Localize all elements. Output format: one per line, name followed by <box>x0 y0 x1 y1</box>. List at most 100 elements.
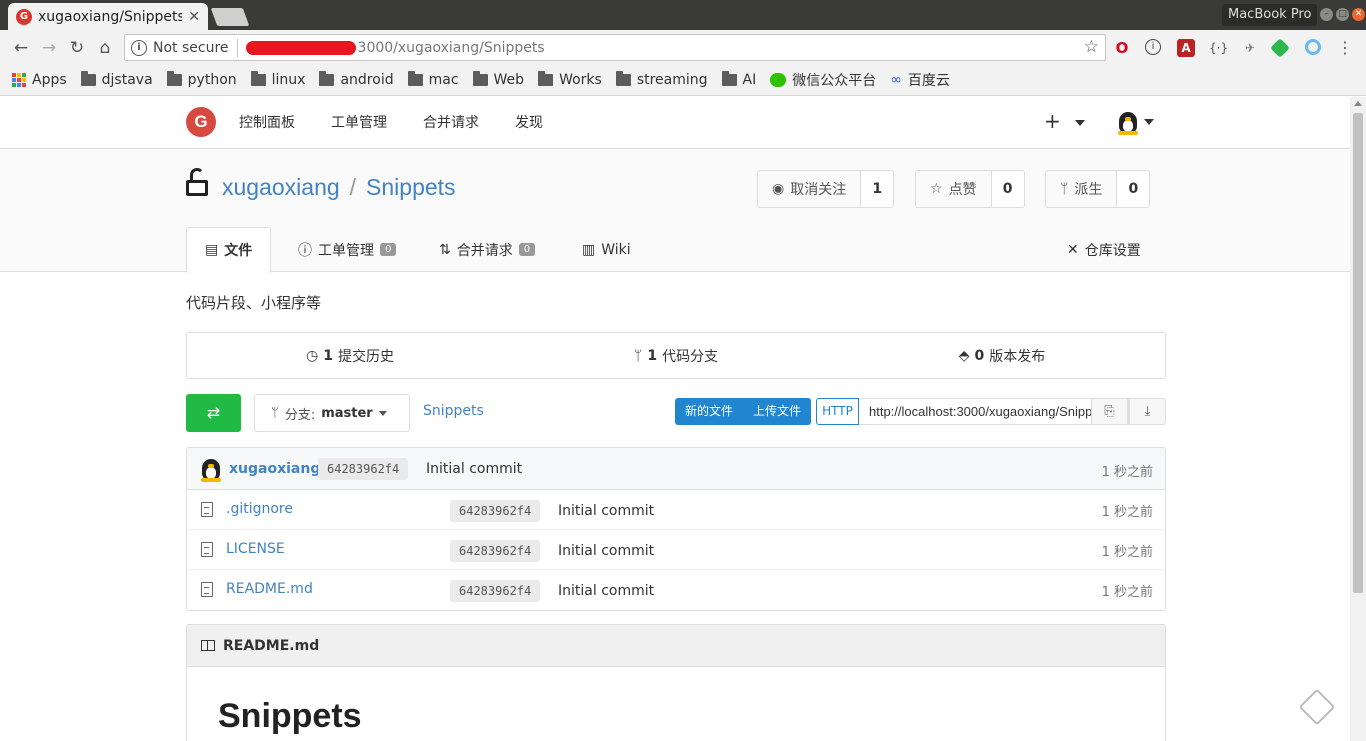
browser-titlebar: G xugaoxiang/Snippets ✕ MacBook Pro – □ … <box>0 0 1366 30</box>
bookmark-baidu-cloud[interactable]: ∞ 百度云 <box>890 70 950 90</box>
circle-extension-icon[interactable] <box>1305 39 1321 55</box>
reload-icon[interactable]: ↻ <box>66 37 88 59</box>
bookmark-web[interactable]: Web <box>472 71 524 88</box>
info-icon[interactable]: i <box>131 39 147 56</box>
bookmark-djstava[interactable]: djstava <box>80 71 153 88</box>
tab-label: 合并请求 <box>456 242 513 259</box>
tab-issues[interactable]: ⓘ 工单管理 0 <box>298 227 397 272</box>
commit-sha-link[interactable]: 64283962f4 <box>450 580 541 602</box>
download-button[interactable]: ⤓ <box>1129 398 1166 425</box>
repo-description: 代码片段、小程序等 <box>186 294 322 312</box>
tab-label: 文件 <box>224 243 253 259</box>
upload-file-button[interactable]: 上传文件 <box>743 398 811 425</box>
watchers-count[interactable]: 1 <box>861 171 894 207</box>
breadcrumb[interactable]: Snippets <box>423 403 484 419</box>
fork-button[interactable]: ᛘ 派生 <box>1046 171 1118 207</box>
file-name-link[interactable]: LICENSE <box>226 541 285 557</box>
tab-wiki[interactable]: ▥ Wiki <box>582 227 631 272</box>
gogs-logo-icon[interactable]: G <box>186 107 216 137</box>
opera-extension-icon[interactable]: O <box>1113 39 1131 57</box>
http-clone-button[interactable]: HTTP <box>816 398 859 425</box>
scrollbar-thumb[interactable] <box>1353 113 1363 593</box>
commit-message[interactable]: Initial commit <box>558 543 654 559</box>
tab-settings[interactable]: ✕ 仓库设置 <box>1067 227 1141 272</box>
scroll-up-icon[interactable] <box>1354 101 1362 106</box>
sync-icon: ⇄ <box>206 403 221 422</box>
folder-icon <box>407 71 423 86</box>
branches-stat[interactable]: ᛘ 1 代码分支 <box>513 346 839 366</box>
commit-author-link[interactable]: xugaoxiang <box>229 461 320 477</box>
bookmark-works[interactable]: Works <box>538 71 602 88</box>
repo-name-link[interactable]: Snippets <box>366 174 456 200</box>
bookmark-apps[interactable]: Apps <box>12 72 67 88</box>
bookmark-mac[interactable]: mac <box>407 71 459 88</box>
wechat-icon <box>770 73 787 87</box>
bookmark-wechat[interactable]: 微信公众平台 <box>770 70 876 90</box>
bookmark-linux[interactable]: linux <box>250 71 306 88</box>
file-text-icon <box>201 582 213 597</box>
commit-sha-link[interactable]: 64283962f4 <box>450 500 541 522</box>
bookmark-python[interactable]: python <box>166 71 237 88</box>
unwatch-button[interactable]: ◉ 取消关注 <box>758 171 862 207</box>
page-scrollbar[interactable] <box>1350 97 1366 741</box>
file-name-link[interactable]: README.md <box>226 581 313 597</box>
menu-kebab-icon[interactable]: ⋮ <box>1336 39 1354 57</box>
info-extension-icon[interactable]: i <box>1145 39 1161 55</box>
commit-message[interactable]: Initial commit <box>558 583 654 599</box>
minimize-icon[interactable]: – <box>1320 8 1333 21</box>
home-icon[interactable]: ⌂ <box>94 37 116 59</box>
bird-extension-icon[interactable]: ✈ <box>1241 39 1259 57</box>
user-menu[interactable] <box>1116 109 1154 135</box>
tab-close-icon[interactable]: ✕ <box>188 9 200 25</box>
git-branch-icon: ᛘ <box>271 405 279 421</box>
table-row: .gitignore 64283962f4 Initial commit 1 秒… <box>187 490 1165 530</box>
new-tab-button[interactable] <box>210 8 250 26</box>
releases-stat[interactable]: ⬘ 0 版本发布 <box>839 346 1165 366</box>
compare-button[interactable]: ⇄ <box>186 394 241 432</box>
nav-issues[interactable]: 工单管理 <box>331 112 387 132</box>
tab-pull-requests[interactable]: ⇅ 合并请求 0 <box>439 227 536 272</box>
bookmark-android[interactable]: android <box>319 71 394 88</box>
nav-pull-requests[interactable]: 合并请求 <box>423 112 479 132</box>
commit-sha-link[interactable]: 64283962f4 <box>450 540 541 562</box>
stars-count[interactable]: 0 <box>991 171 1024 207</box>
bookmark-label: linux <box>271 72 306 88</box>
clone-url-input[interactable]: http://localhost:3000/xugaoxiang/Snippet… <box>859 398 1129 425</box>
repo-title: xugaoxiang / Snippets <box>222 174 456 201</box>
forward-arrow-icon[interactable]: → <box>38 37 60 59</box>
tab-files[interactable]: ▤ 文件 <box>186 227 272 273</box>
bookmark-star-icon[interactable]: ☆ <box>1084 37 1099 57</box>
commit-sha-link[interactable]: 64283962f4 <box>318 458 409 480</box>
nav-explore[interactable]: 发现 <box>515 112 543 132</box>
maximize-icon[interactable]: □ <box>1336 8 1349 21</box>
diamond-extension-icon[interactable] <box>1270 38 1290 58</box>
commit-message: Initial commit <box>426 461 523 477</box>
star-button-group: ☆ 点赞 0 <box>915 170 1025 208</box>
readme-heading: Snippets <box>218 697 362 735</box>
commits-stat[interactable]: ◷ 1 提交历史 <box>187 346 513 366</box>
copy-url-button[interactable]: ⎘ <box>1091 398 1128 425</box>
commit-time: 1 秒之前 <box>1101 585 1153 600</box>
star-button[interactable]: ☆ 点赞 <box>916 171 992 207</box>
back-to-top-icon[interactable] <box>1298 688 1336 726</box>
nav-dashboard[interactable]: 控制面板 <box>239 112 295 132</box>
bookmark-ai[interactable]: AI <box>721 71 756 88</box>
branch-dropdown[interactable]: ᛘ 分支: master <box>254 394 410 432</box>
pdf-extension-icon[interactable]: A <box>1177 39 1195 57</box>
lock-icon <box>186 168 208 196</box>
browser-tab-active[interactable]: G xugaoxiang/Snippets ✕ <box>8 3 208 30</box>
forks-count[interactable]: 0 <box>1117 171 1150 207</box>
chevron-down-icon <box>378 410 387 416</box>
bookmark-streaming[interactable]: streaming <box>615 71 708 88</box>
repo-owner-link[interactable]: xugaoxiang <box>222 174 340 200</box>
close-window-icon[interactable]: ✕ <box>1352 8 1365 21</box>
json-extension-icon[interactable]: {·} <box>1209 39 1228 57</box>
address-bar[interactable]: i Not secure 3000/xugaoxiang/Snippets ☆ <box>124 34 1106 61</box>
bookmark-label: Apps <box>32 72 67 88</box>
commit-message[interactable]: Initial commit <box>558 503 654 519</box>
file-name-link[interactable]: .gitignore <box>226 501 293 517</box>
folder-icon <box>472 71 488 86</box>
new-file-button[interactable]: 新的文件 <box>675 398 743 425</box>
create-new-menu[interactable]: + <box>1044 109 1086 133</box>
back-arrow-icon[interactable]: ← <box>10 37 32 59</box>
